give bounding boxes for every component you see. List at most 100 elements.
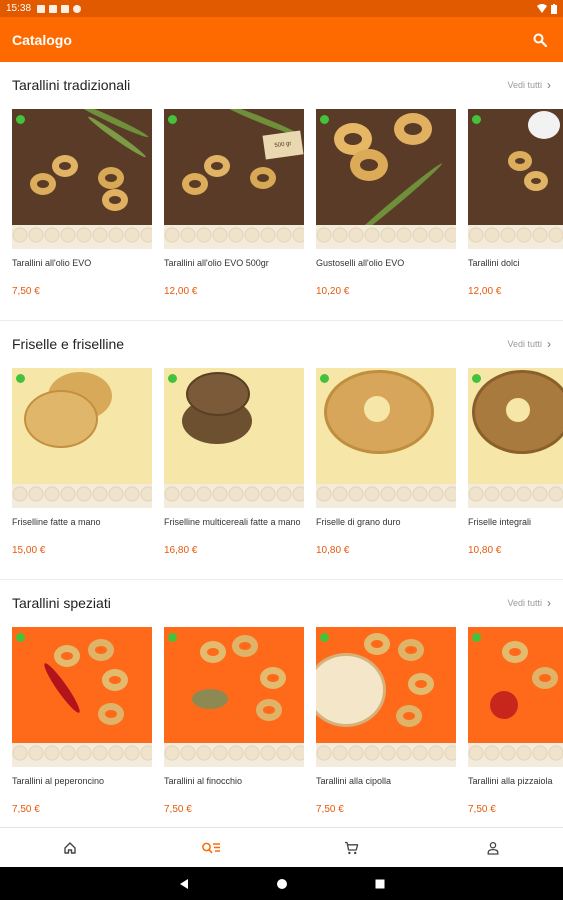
availability-dot xyxy=(168,115,177,124)
doily-decoration xyxy=(316,743,456,767)
availability-dot xyxy=(168,374,177,383)
nav-cart[interactable] xyxy=(282,828,423,867)
see-all-button[interactable]: Vedi tutti › xyxy=(507,78,551,92)
product-price: 15,00 € xyxy=(12,545,46,556)
product-card[interactable]: Tarallini all'olio EVO 7,50 € xyxy=(12,109,152,297)
product-card[interactable]: Gustoselli all'olio EVO 10,20 € xyxy=(316,109,456,297)
nav-profile[interactable] xyxy=(422,828,563,867)
doily-decoration xyxy=(316,484,456,508)
product-price: 10,20 € xyxy=(316,286,350,297)
product-price: 12,00 € xyxy=(164,286,198,297)
availability-dot xyxy=(320,633,329,642)
availability-dot xyxy=(472,374,481,383)
product-card[interactable]: Tarallini al finocchio 7,50 € xyxy=(164,627,304,815)
chevron-right-icon: › xyxy=(547,337,551,351)
chevron-right-icon: › xyxy=(547,596,551,610)
product-image xyxy=(164,627,304,767)
product-card[interactable]: Tarallini dolci 12,00 € xyxy=(468,109,563,297)
availability-dot xyxy=(16,374,25,383)
product-image: 500 gr xyxy=(164,109,304,249)
section-title: Friselle e friselline xyxy=(12,336,125,352)
see-all-label: Vedi tutti xyxy=(507,339,542,349)
home-icon xyxy=(64,841,77,854)
availability-dot xyxy=(16,633,25,642)
product-image xyxy=(12,368,152,508)
product-card[interactable]: Friselle integrali 10,80 € xyxy=(468,368,563,556)
section-header: Friselle e friselline Vedi tutti › xyxy=(12,334,551,354)
product-image xyxy=(468,368,563,508)
product-price: 7,50 € xyxy=(468,804,496,815)
profile-icon xyxy=(487,841,499,855)
product-name: Friselle integrali xyxy=(468,517,532,527)
product-name: Tarallini alla cipolla xyxy=(316,776,392,786)
product-carousel[interactable]: Tarallini al peperoncino 7,50 € Tarallin… xyxy=(12,627,563,815)
product-card[interactable]: Friselline multicereali fatte a mano 16,… xyxy=(164,368,304,556)
category-section: Tarallini tradizionali Vedi tutti › Tara… xyxy=(0,62,563,321)
availability-dot xyxy=(472,633,481,642)
product-price: 10,80 € xyxy=(468,545,502,556)
back-button[interactable] xyxy=(174,874,194,894)
system-navigation-bar xyxy=(0,867,563,900)
see-all-button[interactable]: Vedi tutti › xyxy=(507,596,551,610)
product-card[interactable]: Tarallini alla cipolla 7,50 € xyxy=(316,627,456,815)
product-card[interactable]: Friselline fatte a mano 15,00 € xyxy=(12,368,152,556)
doily-decoration xyxy=(164,743,304,767)
product-image xyxy=(164,368,304,508)
availability-dot xyxy=(168,633,177,642)
back-triangle-icon xyxy=(179,878,188,889)
product-image xyxy=(12,109,152,249)
doily-decoration xyxy=(12,225,152,249)
product-name: Tarallini alla pizzaiola xyxy=(468,776,553,786)
product-name: Tarallini all'olio EVO 500gr xyxy=(164,258,269,268)
notification-icon xyxy=(37,4,46,13)
home-system-button[interactable] xyxy=(272,874,292,894)
section-header: Tarallini speziati Vedi tutti › xyxy=(12,593,551,613)
search-button[interactable] xyxy=(529,29,551,51)
section-title: Tarallini speziati xyxy=(12,595,111,611)
search-icon xyxy=(533,33,547,47)
recents-button[interactable] xyxy=(370,874,390,894)
cart-icon xyxy=(345,841,359,854)
nav-home[interactable] xyxy=(0,828,141,867)
section-title: Tarallini tradizionali xyxy=(12,77,131,93)
product-price: 10,80 € xyxy=(316,545,350,556)
section-header: Tarallini tradizionali Vedi tutti › xyxy=(12,75,551,95)
availability-dot xyxy=(320,374,329,383)
doily-decoration xyxy=(12,743,152,767)
product-image xyxy=(12,627,152,767)
product-card[interactable]: Tarallini al peperoncino 7,50 € xyxy=(12,627,152,815)
product-price: 7,50 € xyxy=(12,286,40,297)
product-carousel[interactable]: Friselline fatte a mano 15,00 € Friselli… xyxy=(12,368,563,556)
product-name: Friselline multicereali fatte a mano xyxy=(164,517,301,527)
product-image xyxy=(316,368,456,508)
product-name: Friselline fatte a mano xyxy=(12,517,101,527)
chevron-right-icon: › xyxy=(547,78,551,92)
status-bar: 15:38 xyxy=(0,0,563,17)
product-name: Tarallini al finocchio xyxy=(164,776,243,786)
doily-decoration xyxy=(316,225,456,249)
availability-dot xyxy=(472,115,481,124)
product-image xyxy=(316,109,456,249)
nav-catalog[interactable] xyxy=(141,828,282,867)
product-name: Friselle di grano duro xyxy=(316,517,401,527)
product-carousel[interactable]: Tarallini all'olio EVO 7,50 € 500 gr Tar… xyxy=(12,109,563,297)
see-all-label: Vedi tutti xyxy=(507,80,542,90)
availability-dot xyxy=(320,115,329,124)
category-section: Friselle e friselline Vedi tutti › Frise… xyxy=(0,321,563,580)
product-price: 12,00 € xyxy=(468,286,502,297)
doily-decoration xyxy=(164,225,304,249)
bottom-navigation xyxy=(0,827,563,867)
see-all-button[interactable]: Vedi tutti › xyxy=(507,337,551,351)
wifi-icon xyxy=(537,4,547,13)
product-card[interactable]: Tarallini alla pizzaiola 7,50 € xyxy=(468,627,563,815)
product-card[interactable]: 500 gr Tarallini all'olio EVO 500gr 12,0… xyxy=(164,109,304,297)
page-title: Catalogo xyxy=(12,31,72,48)
notification-icon xyxy=(73,4,82,13)
product-name: Gustoselli all'olio EVO xyxy=(316,258,405,268)
doily-decoration xyxy=(468,225,563,249)
product-card[interactable]: Friselle di grano duro 10,80 € xyxy=(316,368,456,556)
doily-decoration xyxy=(468,484,563,508)
app-bar: Catalogo xyxy=(0,17,563,62)
catalog-search-icon xyxy=(202,842,221,853)
product-price: 7,50 € xyxy=(316,804,344,815)
